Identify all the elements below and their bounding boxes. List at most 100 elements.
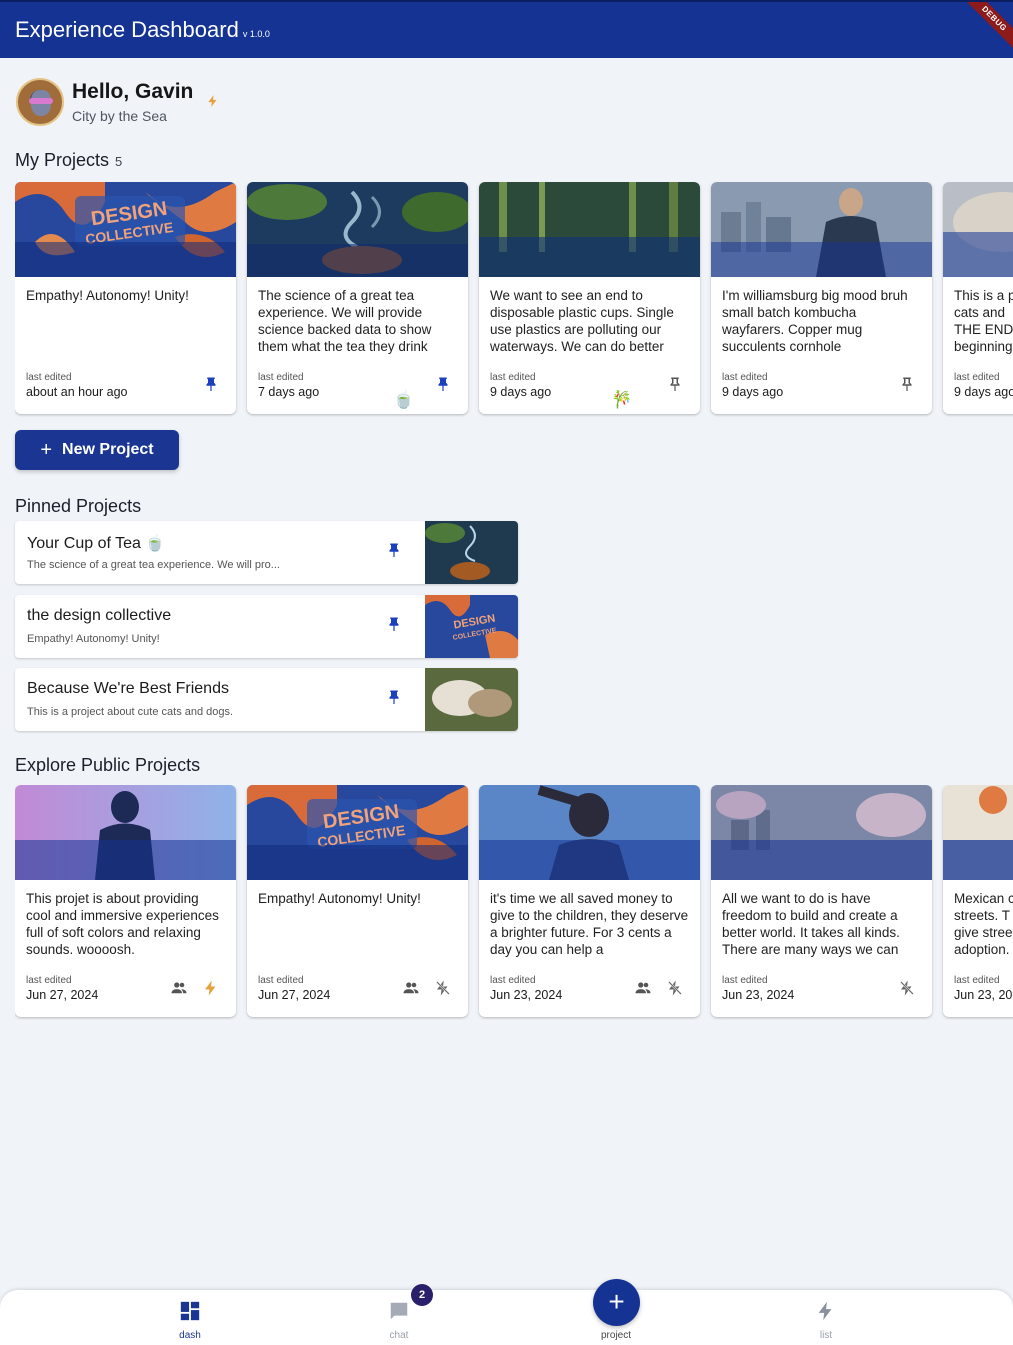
cat-image bbox=[943, 182, 1013, 277]
project-card[interactable]: Becaus Friends This is a p cats and THE … bbox=[943, 182, 1013, 414]
tea-image bbox=[247, 182, 468, 277]
last-edited-value: Jun 23, 202 bbox=[954, 988, 1013, 1002]
pinned-project-item[interactable]: the design collective Empathy! Autonomy!… bbox=[15, 595, 518, 658]
design-collective-thumbnail: DESIGN COLLECTIVE bbox=[425, 595, 518, 658]
add-project-fab[interactable]: + bbox=[593, 1279, 640, 1326]
last-edited-label: last edited bbox=[490, 975, 536, 986]
bolt-off-icon[interactable] bbox=[434, 979, 452, 997]
city-man-image bbox=[711, 182, 932, 277]
pin-filled-icon[interactable] bbox=[202, 376, 220, 394]
my-projects-heading: My Projects 5 bbox=[15, 150, 122, 171]
pin-filled-icon[interactable] bbox=[385, 616, 403, 634]
last-edited-value: Jun 27, 2024 bbox=[258, 988, 331, 1002]
design-collective-image: DESIGN COLLECTIVE bbox=[15, 182, 236, 277]
last-edited-label: last edited bbox=[26, 372, 72, 383]
my-projects-title: My Projects bbox=[15, 150, 110, 170]
bolt-icon[interactable] bbox=[202, 979, 220, 997]
tea-thumbnail bbox=[425, 521, 518, 584]
last-edited-label: last edited bbox=[258, 975, 304, 986]
pinned-description: This is a project about cute cats and do… bbox=[27, 706, 234, 718]
pinned-project-item[interactable]: Your Cup of Tea 🍵 The science of a great… bbox=[15, 521, 518, 584]
pinned-title: Your Cup of Tea 🍵 bbox=[27, 535, 166, 552]
pin-filled-icon[interactable] bbox=[434, 376, 452, 394]
last-edited-value: 9 days ago bbox=[954, 385, 1013, 399]
last-edited-label: last edited bbox=[26, 975, 72, 986]
card-meta: last edited Jun 27, 2024 bbox=[258, 975, 330, 1002]
illustration-image bbox=[943, 785, 1013, 880]
app-version: v 1.0.0 bbox=[242, 29, 270, 39]
pin-filled-icon[interactable] bbox=[385, 689, 403, 707]
nav-list[interactable]: list bbox=[786, 1290, 866, 1345]
card-meta: last edited Jun 27, 2024 bbox=[26, 975, 98, 1002]
card-description: The science of a great tea experience. W… bbox=[258, 288, 432, 354]
pin-outline-icon[interactable] bbox=[898, 376, 916, 394]
last-edited-value: Jun 27, 2024 bbox=[26, 988, 99, 1002]
design-collective-image: DESIGN COLLECTIVE bbox=[247, 785, 468, 880]
new-project-button[interactable]: + New Project bbox=[15, 430, 179, 470]
card-meta: last edited Jun 23, 2024 bbox=[490, 975, 562, 1002]
pin-filled-icon[interactable] bbox=[385, 542, 403, 560]
card-meta: last edited 9 days ago bbox=[954, 372, 1013, 399]
last-edited-label: last edited bbox=[490, 372, 536, 383]
avatar[interactable] bbox=[16, 78, 64, 126]
my-projects-list: DESIGN COLLECTIVE the design collective … bbox=[15, 182, 1013, 417]
app-title-text: Experience Dashboard bbox=[15, 17, 239, 42]
app-title: Experience Dashboard v 1.0.0 bbox=[15, 17, 270, 43]
last-edited-value: 9 days ago bbox=[722, 385, 784, 399]
project-card[interactable]: Bamboo Cups 🎋 We want to see an end to d… bbox=[479, 182, 700, 414]
last-edited-label: last edited bbox=[954, 975, 1000, 986]
bolt-icon bbox=[818, 1301, 832, 1321]
card-meta: last edited about an hour ago bbox=[26, 372, 127, 399]
app-bar: Experience Dashboard v 1.0.0 DEBUG bbox=[0, 0, 1013, 58]
project-card[interactable]: cool Hipster dood I'm williamsburg big m… bbox=[711, 182, 932, 414]
nav-label: dash bbox=[179, 1330, 201, 1341]
bolt-off-icon[interactable] bbox=[898, 979, 916, 997]
public-projects-title: Explore Public Projects bbox=[15, 755, 201, 775]
boy-image bbox=[479, 785, 700, 880]
chat-icon bbox=[390, 1302, 408, 1320]
greeting-name: Hello, Gavin bbox=[72, 80, 194, 103]
nav-label: chat bbox=[389, 1330, 409, 1341]
card-meta: last edited 9 days ago bbox=[490, 372, 551, 399]
card-description: Mexican c streets. T give stree adoption… bbox=[954, 891, 1013, 957]
last-edited-value: 7 days ago bbox=[258, 385, 320, 399]
group-icon bbox=[403, 982, 419, 994]
project-card[interactable]: DESIGN COLLECTIVE the design collective … bbox=[15, 182, 236, 414]
last-edited-value: 9 days ago bbox=[490, 385, 552, 399]
card-meta: last edited Jun 23, 202 bbox=[954, 975, 1013, 1002]
chat-badge: 2 bbox=[411, 1284, 433, 1306]
bamboo-image bbox=[479, 182, 700, 277]
last-edited-label: last edited bbox=[722, 975, 768, 986]
plus-icon: + bbox=[608, 1286, 625, 1317]
card-description: This projet is about providing cool and … bbox=[26, 891, 219, 957]
public-project-card[interactable]: The big save it's time we all saved mone… bbox=[479, 785, 700, 1017]
cat-dog-thumbnail bbox=[425, 668, 518, 731]
card-description: Empathy! Autonomy! Unity! bbox=[258, 891, 421, 906]
last-edited-label: last edited bbox=[722, 372, 768, 383]
public-project-card[interactable]: Nobody Mexican c streets. T give stree a… bbox=[943, 785, 1013, 1017]
last-edited-value: Jun 23, 2024 bbox=[722, 988, 795, 1002]
pin-outline-icon[interactable] bbox=[666, 376, 684, 394]
user-location: City by the Sea bbox=[72, 108, 167, 124]
new-project-label: New Project bbox=[62, 441, 154, 458]
nav-dash[interactable]: dash bbox=[150, 1290, 230, 1345]
public-project-card[interactable]: DESIGN COLLECTIVE the design collective … bbox=[247, 785, 468, 1017]
card-description: it's time we all saved money to give to … bbox=[490, 891, 689, 957]
public-project-card[interactable]: The Best Possible World All we want to d… bbox=[711, 785, 932, 1017]
avatar-glasses bbox=[29, 98, 53, 104]
pinned-description: Empathy! Autonomy! Unity! bbox=[27, 633, 160, 645]
silhouette-image bbox=[15, 785, 236, 880]
card-meta: last edited 9 days ago bbox=[722, 372, 783, 399]
last-edited-value: Jun 23, 2024 bbox=[490, 988, 563, 1002]
public-projects-list: Immersive Colors and Sounds This projet … bbox=[15, 785, 1013, 1020]
pinned-title: the design collective bbox=[27, 607, 172, 624]
plus-icon: + bbox=[40, 439, 53, 461]
card-description: This is a p cats and THE END beginning bbox=[954, 288, 1013, 354]
project-card[interactable]: Your Cup of Tea 🍵 The science of a great… bbox=[247, 182, 468, 414]
debug-banner: DEBUG bbox=[957, 2, 1013, 56]
card-description: All we want to do is have freedom to bui… bbox=[722, 891, 900, 957]
pinned-project-item[interactable]: Because We're Best Friends This is a pro… bbox=[15, 668, 518, 731]
bolt-off-icon[interactable] bbox=[666, 979, 684, 997]
public-project-card[interactable]: Immersive Colors and Sounds This projet … bbox=[15, 785, 236, 1017]
last-edited-value: about an hour ago bbox=[26, 385, 128, 399]
